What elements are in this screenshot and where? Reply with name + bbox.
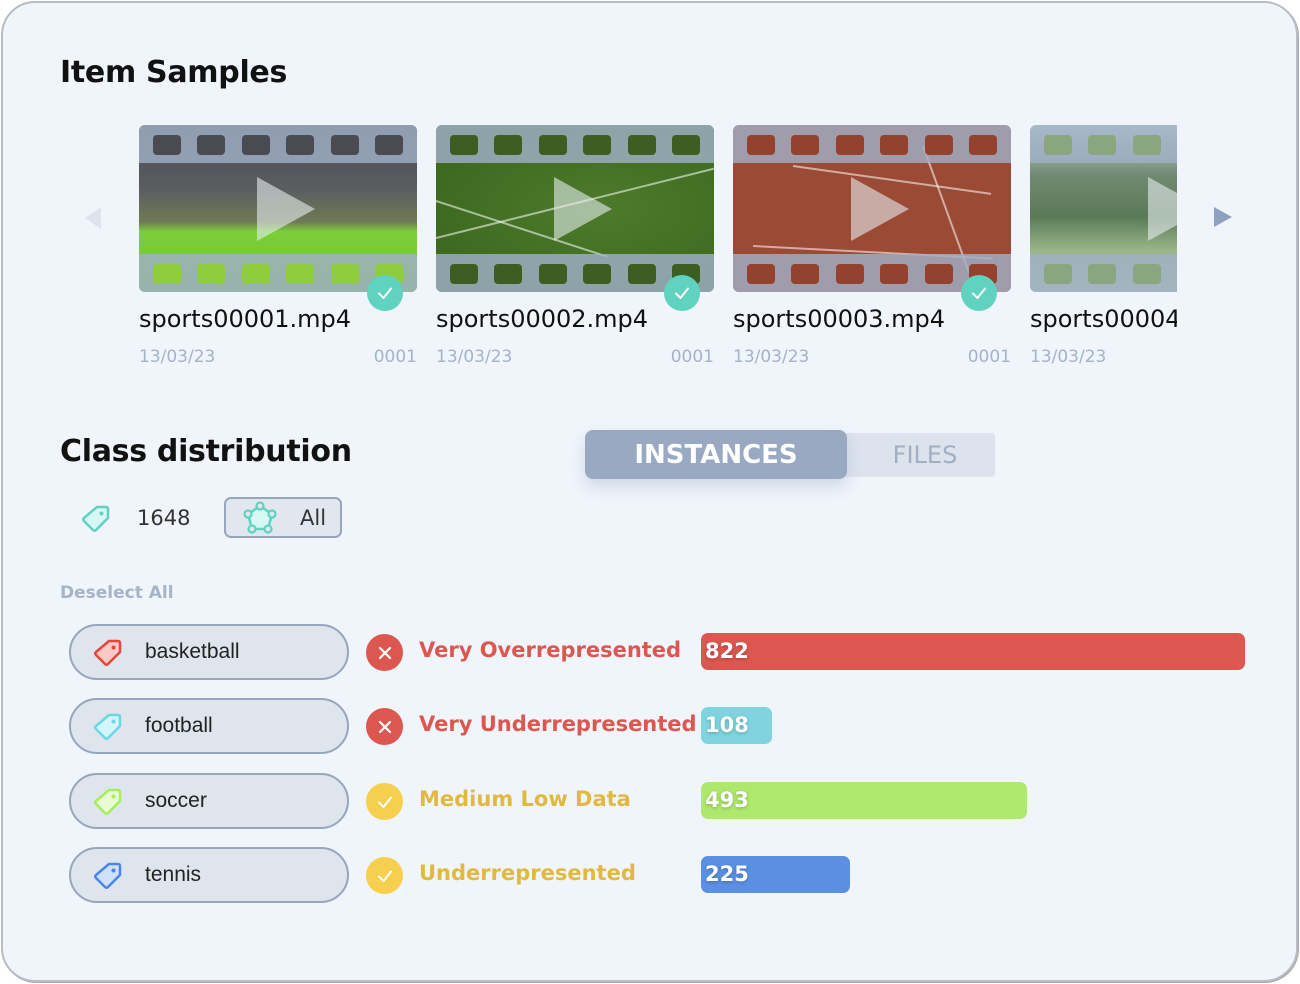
class-chip-football[interactable]: football — [69, 698, 349, 754]
all-classes-button[interactable]: All — [224, 497, 342, 538]
check-icon[interactable] — [367, 275, 403, 311]
bar-value-label: 108 — [705, 713, 749, 737]
error-x-icon — [366, 634, 403, 671]
all-button-label: All — [300, 505, 327, 530]
file-count: 0001 — [373, 347, 417, 367]
chevron-left-icon[interactable] — [85, 207, 101, 229]
class-row-basketball: basketball Very Overrepresented 822 — [69, 624, 1259, 680]
video-thumbnail[interactable] — [1030, 125, 1177, 292]
check-icon[interactable] — [961, 275, 997, 311]
file-date: 13/03/23 — [139, 347, 216, 367]
sample-card[interactable]: sports00002.mp4 13/03/23 0001 — [436, 125, 714, 367]
tab-instances[interactable]: INSTANCES — [585, 430, 847, 479]
class-name: basketball — [145, 640, 240, 663]
video-thumbnail[interactable] — [733, 125, 1011, 292]
bar-track: 108 — [701, 707, 1245, 744]
tag-icon — [82, 505, 110, 532]
class-distribution-title: Class distribution — [60, 434, 352, 469]
file-name: sports00004.mp4 — [1030, 305, 1177, 333]
bar-value-label: 225 — [705, 862, 749, 886]
check-icon — [366, 857, 403, 894]
class-group-icon — [243, 500, 277, 534]
status-label: Very Underrepresented — [419, 712, 697, 736]
bar-track: 493 — [701, 782, 1245, 819]
total-count-value: 1648 — [137, 506, 191, 530]
play-icon[interactable] — [257, 177, 315, 241]
bar-track: 822 — [701, 633, 1245, 670]
bar-track: 225 — [701, 856, 1245, 893]
file-count: 0001 — [967, 347, 1011, 367]
class-name: football — [145, 714, 213, 737]
sample-card[interactable]: sports00003.mp4 13/03/23 0001 — [733, 125, 1011, 367]
video-thumbnail[interactable] — [139, 125, 417, 292]
class-chip-tennis[interactable]: tennis — [69, 847, 349, 903]
status-label: Underrepresented — [419, 861, 636, 885]
main-panel: Item Samples sports00001.mp4 13/03/23 00… — [1, 1, 1298, 982]
class-chip-basketball[interactable]: basketball — [69, 624, 349, 680]
bar-value-label: 493 — [705, 788, 749, 812]
deselect-all-link[interactable]: Deselect All — [60, 583, 174, 603]
total-count: 1648 — [81, 497, 190, 539]
class-row-soccer: soccer Medium Low Data 493 — [69, 773, 1259, 829]
class-name: tennis — [145, 863, 202, 886]
file-date: 13/03/23 — [733, 347, 810, 367]
file-count: 0001 — [670, 347, 714, 367]
play-icon[interactable] — [851, 177, 909, 241]
check-icon — [366, 783, 403, 820]
bar-basketball — [701, 633, 1245, 670]
file-name: sports00001.mp4 — [139, 305, 352, 333]
file-name: sports00003.mp4 — [733, 305, 946, 333]
class-chip-soccer[interactable]: soccer — [69, 773, 349, 829]
class-row-tennis: tennis Underrepresented 225 — [69, 847, 1259, 903]
bar-soccer — [701, 782, 1028, 819]
tab-files[interactable]: FILES — [825, 433, 995, 477]
status-label: Medium Low Data — [419, 787, 631, 811]
play-icon[interactable] — [1148, 177, 1177, 241]
error-x-icon — [366, 708, 403, 745]
status-label: Very Overrepresented — [419, 638, 682, 662]
file-date: 13/03/23 — [1030, 347, 1107, 367]
tag-icon — [94, 788, 122, 815]
item-samples-title: Item Samples — [60, 55, 288, 90]
bar-value-label: 822 — [705, 639, 749, 663]
class-row-football: football Very Underrepresented 108 — [69, 698, 1259, 754]
play-icon[interactable] — [554, 177, 612, 241]
tag-icon — [94, 862, 122, 889]
sample-card[interactable]: sports00001.mp4 13/03/23 0001 — [139, 125, 417, 367]
file-name: sports00002.mp4 — [436, 305, 649, 333]
sample-card[interactable]: sports00004.mp4 13/03/23 — [1030, 125, 1177, 367]
video-thumbnail[interactable] — [436, 125, 714, 292]
chevron-right-icon[interactable] — [1214, 207, 1232, 227]
sample-carousel: sports00001.mp4 13/03/23 0001 sports0000… — [139, 125, 1177, 375]
file-date: 13/03/23 — [436, 347, 513, 367]
class-name: soccer — [145, 789, 207, 812]
tag-icon — [94, 713, 122, 740]
view-toggle: FILES INSTANCES — [585, 430, 997, 480]
check-icon[interactable] — [664, 275, 700, 311]
tag-icon — [94, 639, 122, 666]
